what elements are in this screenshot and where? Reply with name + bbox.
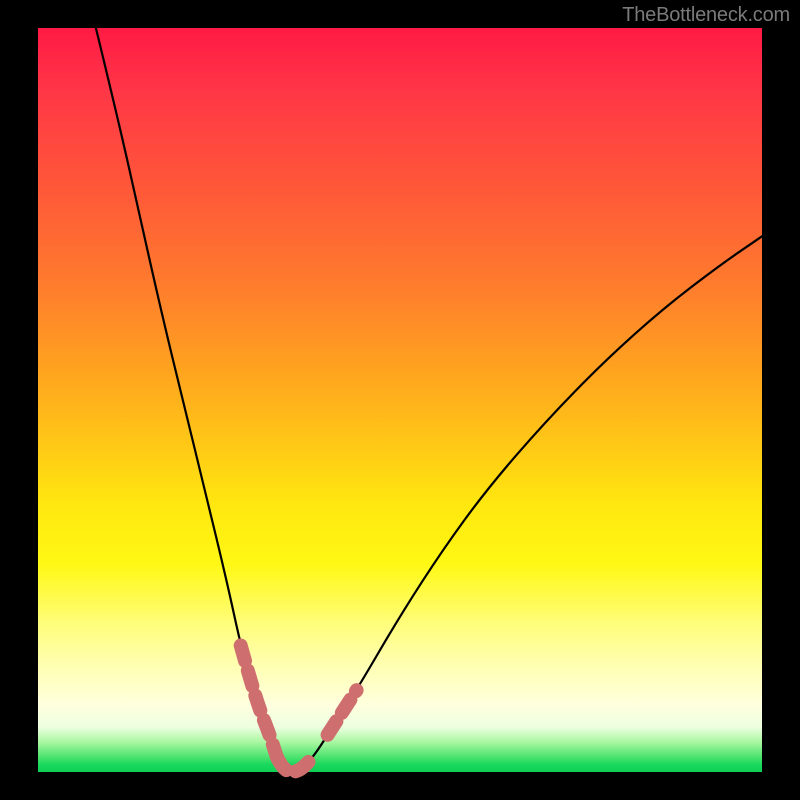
- chart-svg: [38, 28, 762, 772]
- highlight-valley_highlight: [277, 757, 313, 772]
- watermark-text: TheBottleneck.com: [622, 4, 790, 27]
- bottleneck-curve: [96, 28, 762, 772]
- highlight-left_wall_highlight: [241, 646, 277, 758]
- highlight-segments: [241, 646, 357, 773]
- highlight-right_wall_highlight: [328, 690, 357, 735]
- chart-frame: TheBottleneck.com: [0, 0, 800, 800]
